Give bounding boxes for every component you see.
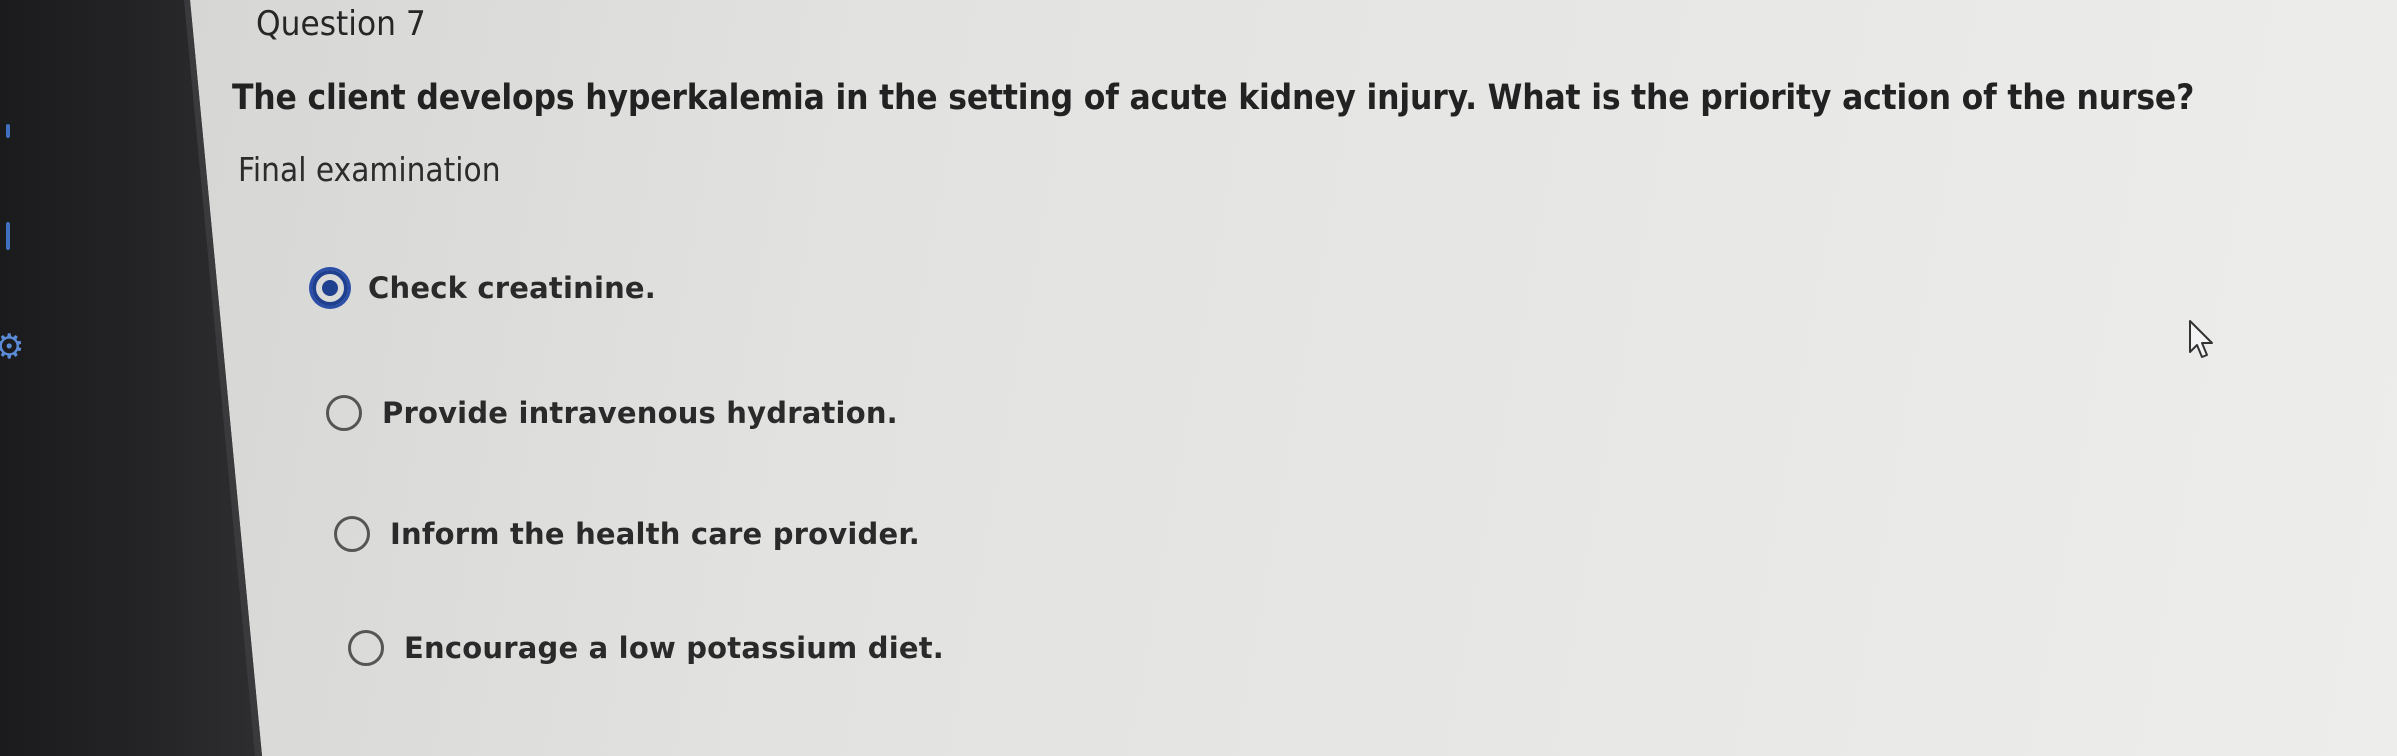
edge-marker xyxy=(6,222,10,250)
question-text: The client develops hyperkalemia in the … xyxy=(232,78,2195,118)
answer-option-label: Check creatinine. xyxy=(368,271,657,305)
answer-option[interactable]: Encourage a low potassium diet. xyxy=(348,630,944,666)
gear-icon[interactable]: ⚙ xyxy=(0,330,28,364)
answer-option-label: Inform the health care provider. xyxy=(390,517,920,551)
answer-option[interactable]: Inform the health care provider. xyxy=(334,516,920,552)
radio-button[interactable] xyxy=(348,630,384,666)
radio-button[interactable] xyxy=(334,516,370,552)
answer-option[interactable]: Provide intravenous hydration. xyxy=(326,395,898,431)
answer-option[interactable]: Check creatinine. xyxy=(312,270,656,306)
answer-option-label: Provide intravenous hydration. xyxy=(382,396,898,430)
radio-button-selected[interactable] xyxy=(312,270,348,306)
mouse-cursor-icon xyxy=(2189,320,2213,358)
screen: ⚙ Question 7 The client develops hyperka… xyxy=(0,0,2397,756)
radio-button[interactable] xyxy=(326,395,362,431)
question-number: Question 7 xyxy=(256,4,426,44)
exam-label: Final examination xyxy=(238,150,501,189)
answer-option-label: Encourage a low potassium diet. xyxy=(404,631,945,665)
question-panel: Question 7 The client develops hyperkale… xyxy=(230,0,2397,756)
edge-marker xyxy=(6,124,10,138)
